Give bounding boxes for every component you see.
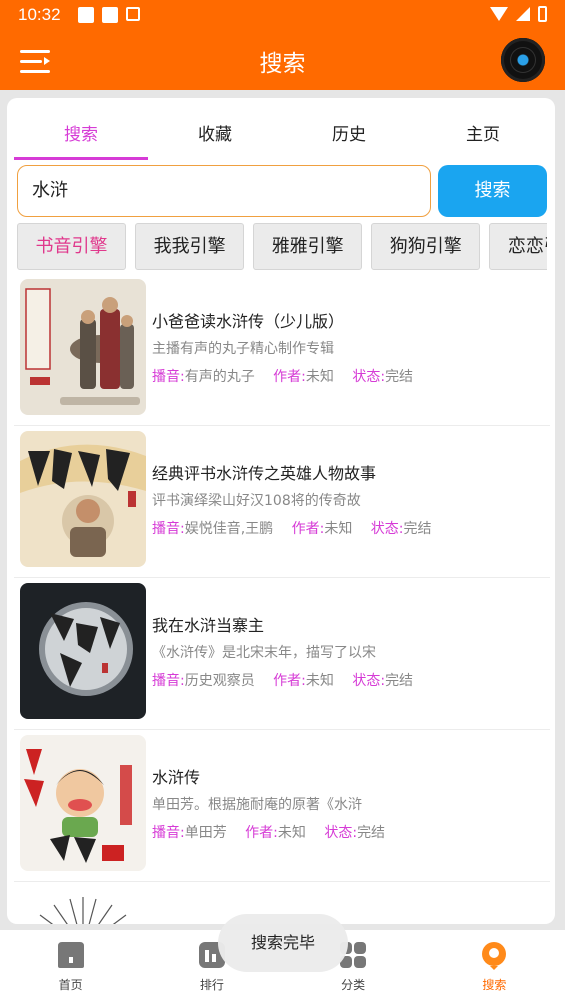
result-description: 评书演绎梁山好汉108将的传奇故 [152,493,361,509]
status-time: 10:32 [18,5,61,24]
result-meta: 播音:历史观察员 作者:未知 状态:完结 [152,673,414,689]
nav-search-label: 搜索 [482,978,507,992]
a-notification-icon [126,7,140,21]
engine-yaya[interactable]: 雅雅引擎 [253,223,363,270]
list-item[interactable]: 我在水浒当寨主 《水浒传》是北宋末年，描写了以宋 播音:历史观察员 作者:未知 … [14,578,550,730]
nav-category-label: 分类 [341,978,366,992]
tab-bar: 搜索 收藏 历史 主页 [14,112,550,160]
result-title: 水浒传 [152,768,201,787]
tab-search[interactable]: 搜索 [14,112,148,160]
signal-icon [516,7,530,21]
cover-image [20,279,146,415]
result-description: 主播有声的丸子精心制作专辑 [152,341,334,357]
page-title: 搜索 [259,51,306,77]
vinyl-disc-icon[interactable] [501,38,545,82]
tab-home[interactable]: 主页 [416,112,550,160]
engine-gougou[interactable]: 狗狗引擎 [371,223,481,270]
search-nav-icon [482,942,507,970]
image-notification-icon [78,7,94,23]
search-button[interactable]: 搜索 [438,165,547,217]
wifi-icon [490,7,508,21]
list-item[interactable]: 小爸爸读水浒传（少儿版） 主播有声的丸子精心制作专辑 播音:有声的丸子 作者:未… [14,274,550,426]
square-notification-icon [102,7,118,23]
toast-message: 搜索完毕 [218,914,348,972]
status-bar: 10:32 [0,0,565,30]
engine-shuyin[interactable]: 书音引擎 [17,223,126,270]
cover-image [20,583,146,719]
result-title: 小爸爸读水浒传（少儿版） [152,312,345,331]
home-icon [57,942,84,968]
result-description: 单田芳。根据施耐庵的原著《水浒 [152,797,362,813]
engine-wowo[interactable]: 我我引擎 [135,223,245,270]
search-panel: 搜索 收藏 历史 主页 水浒 搜索 书音引擎 我我引擎 雅雅引擎 狗狗引擎 恋恋… [7,98,555,924]
engine-lianlian[interactable]: 恋恋引擎 [489,223,547,270]
result-title: 我在水浒当寨主 [152,616,265,635]
cover-image [20,735,146,871]
battery-icon [538,6,547,22]
result-meta: 播音:娱悦佳音,王鹏 作者:未知 状态:完结 [152,521,432,537]
cover-image [20,887,146,924]
nav-ranking-label: 排行 [199,978,224,992]
list-item[interactable]: 水浒传 单田芳。根据施耐庵的原著《水浒 播音:单田芳 作者:未知 状态:完结 [14,730,550,882]
app-header: 搜索 [0,30,565,90]
results-list: 小爸爸读水浒传（少儿版） 主播有声的丸子精心制作专辑 播音:有声的丸子 作者:未… [14,274,550,924]
tab-favorites[interactable]: 收藏 [148,112,282,160]
nav-home-label: 首页 [58,978,83,992]
result-description: 《水浒传》是北宋末年，描写了以宋 [152,645,376,661]
result-title: 经典评书水浒传之英雄人物故事 [152,464,377,483]
cover-image [20,431,146,567]
result-meta: 播音:单田芳 作者:未知 状态:完结 [152,825,386,841]
engine-selector: 书音引擎 我我引擎 雅雅引擎 狗狗引擎 恋恋引擎 [17,223,547,271]
search-input[interactable]: 水浒 [17,165,431,217]
tab-history[interactable]: 历史 [282,112,416,160]
list-item[interactable]: 经典评书水浒传之英雄人物故事 评书演绎梁山好汉108将的传奇故 播音:娱悦佳音,… [14,426,550,578]
result-meta: 播音:有声的丸子 作者:未知 状态:完结 [152,369,414,385]
nav-search[interactable]: 搜索 [424,930,565,1004]
nav-home[interactable]: 首页 [0,930,141,1004]
